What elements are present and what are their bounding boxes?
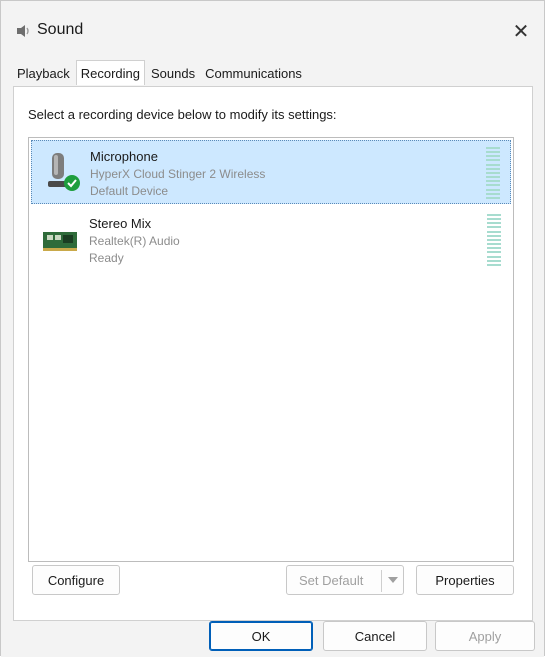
set-default-button: Set Default — [286, 565, 404, 595]
cancel-button[interactable]: Cancel — [323, 621, 427, 651]
device-status: Default Device — [90, 184, 169, 198]
device-status: Ready — [89, 251, 124, 265]
device-name: Microphone — [90, 149, 158, 164]
tab-sounds[interactable]: Sounds — [147, 63, 199, 85]
instruction-text: Select a recording device below to modif… — [28, 107, 337, 122]
title-bar[interactable]: Sound ✕ — [1, 1, 544, 57]
apply-button: Apply — [435, 621, 535, 651]
tab-playback[interactable]: Playback — [13, 63, 74, 85]
close-button[interactable]: ✕ — [498, 13, 544, 49]
tab-strip: Playback Recording Sounds Communications — [13, 60, 308, 85]
dialog-footer: OK Cancel Apply — [1, 621, 544, 657]
device-description: HyperX Cloud Stinger 2 Wireless — [90, 167, 266, 181]
speaker-icon — [17, 25, 29, 37]
properties-button[interactable]: Properties — [416, 565, 514, 595]
default-device-check-icon — [64, 175, 80, 191]
sound-card-icon — [43, 232, 77, 251]
chevron-down-icon — [388, 577, 398, 583]
sound-dialog: Sound ✕ Playback Recording Sounds Commun… — [0, 0, 545, 657]
tab-recording[interactable]: Recording — [75, 60, 146, 85]
device-description: Realtek(R) Audio — [89, 234, 180, 248]
tab-communications[interactable]: Communications — [201, 63, 306, 85]
close-icon: ✕ — [512, 20, 530, 43]
device-name: Stereo Mix — [89, 216, 152, 231]
level-meter — [487, 214, 501, 266]
window-title: Sound — [37, 21, 84, 38]
device-list[interactable]: Microphone HyperX Cloud Stinger 2 Wirele… — [28, 137, 514, 562]
ok-button[interactable]: OK — [209, 621, 313, 651]
device-item-microphone[interactable]: Microphone HyperX Cloud Stinger 2 Wirele… — [31, 140, 511, 204]
microphone-icon — [48, 153, 80, 191]
level-meter — [486, 147, 500, 199]
recording-panel: Select a recording device below to modif… — [13, 86, 533, 621]
set-default-label: Set Default — [299, 572, 364, 588]
configure-button[interactable]: Configure — [32, 565, 120, 595]
device-item-stereo-mix[interactable]: Stereo Mix Realtek(R) Audio Ready — [31, 208, 511, 272]
